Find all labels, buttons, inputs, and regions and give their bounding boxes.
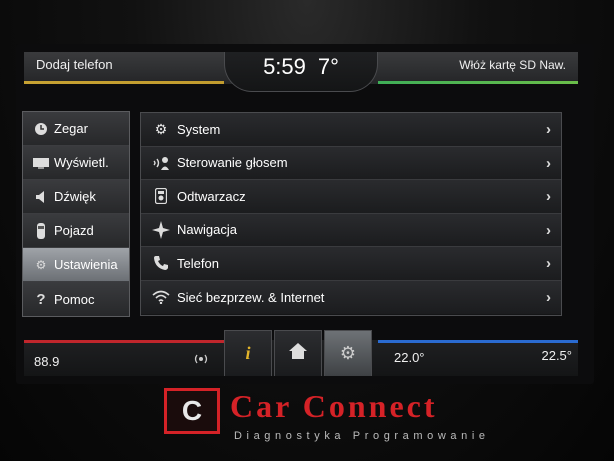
chevron-right-icon: › — [546, 221, 551, 239]
status-accent-green — [378, 81, 578, 84]
bottom-accent-red — [24, 340, 224, 343]
car-icon — [33, 222, 49, 239]
wifi-icon — [151, 288, 171, 306]
media-player-icon — [151, 187, 171, 205]
menu-item-help[interactable]: ? Pomoc — [23, 282, 129, 316]
add-phone-button[interactable]: Dodaj telefon — [36, 57, 113, 72]
menu-item-clock[interactable]: Zegar — [23, 112, 129, 146]
status-accent-yellow — [24, 81, 224, 84]
outside-temperature: 7° — [317, 54, 339, 79]
settings-item-system[interactable]: ⚙ System › — [141, 113, 561, 147]
voice-icon — [151, 154, 171, 172]
bottom-accent-blue — [378, 340, 578, 343]
gear-icon: ⚙ — [154, 120, 168, 137]
menu-item-label: Zegar — [54, 121, 88, 136]
gears-icon: ⚙ — [339, 343, 357, 363]
settings-item-label: System — [177, 121, 221, 137]
main-tabs: i ⚙ — [224, 330, 374, 376]
gear-icon: ⚙ — [35, 257, 47, 272]
clock-time: 5:59 — [263, 54, 306, 79]
car-connect-logo-icon: C — [164, 388, 220, 434]
radio-frequency[interactable]: 88.9 — [34, 354, 59, 369]
menu-item-sound[interactable]: Dźwięk — [23, 180, 129, 214]
info-tab[interactable]: i — [224, 330, 272, 376]
settings-list: ⚙ System › Sterowanie głosem › Odtwarzac… — [140, 112, 562, 316]
settings-item-label: Sterowanie głosem — [177, 155, 288, 171]
home-tab[interactable] — [274, 330, 322, 376]
antenna-icon — [194, 352, 208, 369]
logo-letter: C — [181, 395, 203, 426]
settings-item-label: Sieć bezprzew. & Internet — [177, 289, 325, 305]
info-icon: i — [245, 343, 251, 363]
menu-item-settings[interactable]: ⚙ Ustawienia — [23, 248, 129, 282]
clock-display: 5:59 7° — [224, 52, 378, 92]
settings-item-voice-control[interactable]: Sterowanie głosem › — [141, 146, 561, 180]
left-menu: Zegar Wyświetl. Dźwięk Pojazd ⚙ Ustawien… — [22, 111, 130, 317]
menu-item-label: Pojazd — [54, 223, 94, 238]
menu-item-vehicle[interactable]: Pojazd — [23, 214, 129, 248]
status-bar: Dodaj telefon 5:59 7° Włóż kartę SD Naw. — [24, 52, 578, 92]
settings-item-phone[interactable]: Telefon › — [141, 247, 561, 281]
chevron-right-icon: › — [546, 188, 551, 205]
settings-item-media-player[interactable]: Odtwarzacz › — [141, 180, 561, 214]
home-icon — [288, 342, 308, 365]
menu-item-label: Ustawienia — [54, 257, 118, 272]
settings-item-wireless-internet[interactable]: Sieć bezprzew. & Internet › — [141, 280, 561, 314]
menu-item-display[interactable]: Wyświetl. — [23, 146, 129, 180]
compass-icon — [151, 220, 171, 239]
passenger-temperature[interactable]: 22.5° — [541, 348, 572, 363]
question-icon: ? — [36, 290, 46, 308]
menu-item-label: Pomoc — [54, 291, 95, 307]
menu-item-label: Dźwięk — [54, 189, 96, 204]
driver-temperature[interactable]: 22.0° — [394, 350, 425, 365]
menu-item-label: Wyświetl. — [54, 155, 109, 170]
settings-tab[interactable]: ⚙ — [324, 330, 372, 376]
settings-item-label: Telefon — [177, 255, 219, 271]
settings-item-navigation[interactable]: Nawigacja › — [141, 213, 561, 247]
bottom-bar: 88.9 i ⚙ 22.0° 22.5° — [24, 330, 578, 376]
chevron-right-icon: › — [546, 121, 551, 138]
car-connect-watermark: C Car Connect Diagnostyka Programowanie — [160, 386, 610, 456]
infotainment-screen: Dodaj telefon 5:59 7° Włóż kartę SD Naw. … — [16, 44, 594, 384]
settings-item-label: Odtwarzacz — [177, 188, 246, 204]
chevron-right-icon: › — [546, 288, 551, 306]
clock-icon — [33, 121, 49, 137]
chevron-right-icon: › — [546, 255, 551, 272]
chevron-right-icon: › — [546, 154, 551, 172]
watermark-title: Car Connect — [230, 388, 438, 424]
speaker-icon — [33, 189, 49, 205]
sd-card-notice[interactable]: Włóż kartę SD Naw. — [459, 58, 566, 72]
phone-icon — [151, 254, 171, 272]
watermark-subtitle: Diagnostyka Programowanie — [234, 430, 490, 442]
display-icon — [33, 155, 49, 171]
settings-item-label: Nawigacja — [177, 222, 237, 238]
